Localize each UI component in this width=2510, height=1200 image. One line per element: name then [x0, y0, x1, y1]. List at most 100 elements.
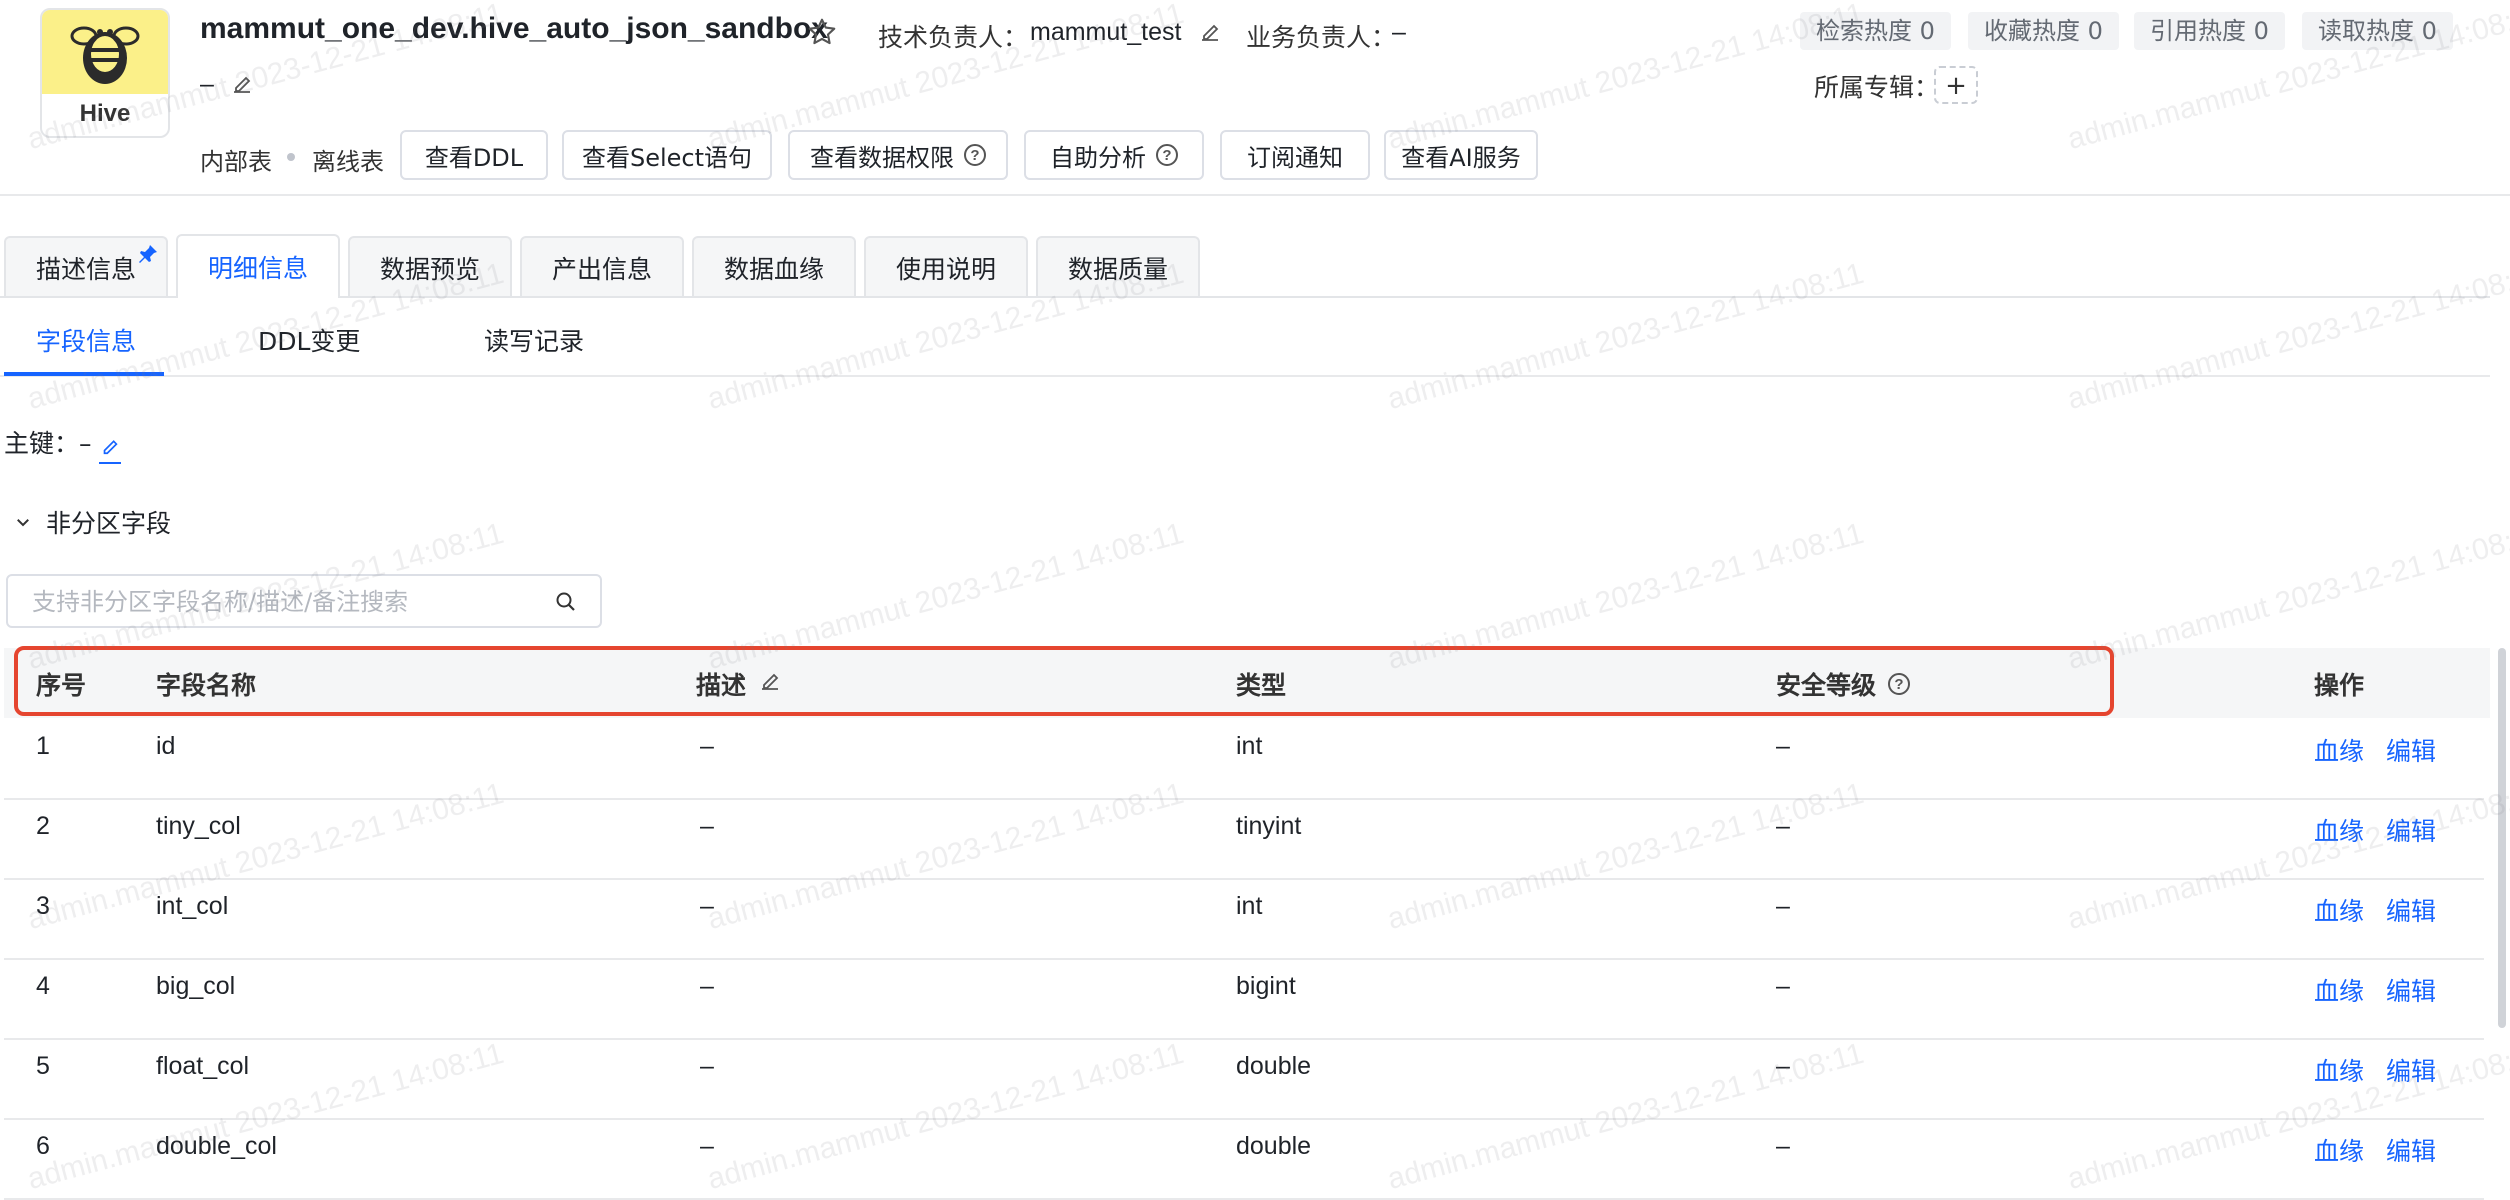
cell-desc: – — [700, 972, 714, 1000]
table-kind-offline: 离线表 — [312, 148, 384, 176]
cell-type: tinyint — [1236, 812, 1302, 840]
cell-index: 4 — [36, 972, 50, 1000]
table-row: 2 tiny_col – tinyint – 血缘 编辑 — [4, 798, 2484, 880]
watermark-text: admin.mammut 2023-12-21 14:08:11 — [1383, 256, 1868, 417]
primary-key-value: – — [79, 429, 92, 458]
cell-index: 5 — [36, 1052, 50, 1080]
cell-desc: – — [700, 1052, 714, 1080]
help-icon: ? — [1156, 144, 1178, 166]
lineage-link[interactable]: 血缘 — [2314, 1052, 2364, 1088]
watermark-text: admin.mammut 2023-12-21 14:08:11 — [2063, 256, 2510, 417]
table-row: 4 big_col – bigint – 血缘 编辑 — [4, 958, 2484, 1040]
tab-quality[interactable]: 数据质量 — [1036, 236, 1200, 298]
subtab-fields[interactable]: 字段信息 — [36, 322, 136, 358]
subtab-ddl-changes[interactable]: DDL变更 — [258, 322, 360, 358]
cell-name: float_col — [156, 1052, 250, 1080]
lineage-link[interactable]: 血缘 — [2314, 812, 2364, 848]
subscribe-button[interactable]: 订阅通知 — [1220, 130, 1370, 180]
biz-owner-label: 业务负责人： — [1246, 23, 1397, 52]
ai-service-label: 查看AI服务 — [1401, 143, 1521, 172]
header-highlight-box — [14, 646, 2114, 716]
cell-security: – — [1776, 732, 1790, 760]
cell-type: double — [1236, 1132, 1312, 1160]
cell-security: – — [1776, 972, 1790, 1000]
field-search-input[interactable] — [30, 584, 534, 620]
view-select-button[interactable]: 查看Select语句 — [562, 130, 772, 180]
edit-link[interactable]: 编辑 — [2386, 732, 2436, 768]
section-title: 非分区字段 — [46, 509, 172, 538]
read-heat-badge: 读取热度 0 — [2302, 12, 2453, 50]
edit-link[interactable]: 编辑 — [2386, 1052, 2436, 1088]
lineage-link[interactable]: 血缘 — [2314, 972, 2364, 1008]
edit-link[interactable]: 编辑 — [2386, 1132, 2436, 1168]
reference-heat-badge: 引用热度 0 — [2134, 12, 2285, 50]
view-ddl-button[interactable]: 查看DDL — [400, 130, 548, 180]
tech-owner-label: 技术负责人： — [878, 23, 1029, 52]
cell-index: 1 — [36, 732, 50, 760]
tab-usage[interactable]: 使用说明 — [864, 236, 1028, 298]
non-partition-section-toggle[interactable]: 非分区字段 — [14, 504, 171, 540]
search-heat-badge: 检索热度 0 — [1800, 12, 1951, 50]
tab-detail[interactable]: 明细信息 — [176, 234, 340, 298]
table-row: 6 double_col – double – 血缘 编辑 — [4, 1118, 2484, 1200]
cell-desc: – — [700, 1132, 714, 1160]
favorite-heat-badge: 收藏热度 0 — [1968, 12, 2119, 50]
cell-index: 3 — [36, 892, 50, 920]
subtab-line — [0, 375, 2490, 377]
tab-label: 数据预览 — [379, 255, 480, 284]
edit-primary-key-icon[interactable] — [99, 433, 122, 464]
search-icon[interactable] — [554, 590, 578, 618]
cell-desc: – — [700, 892, 714, 920]
tab-data-preview[interactable]: 数据预览 — [348, 236, 512, 298]
subscribe-label: 订阅通知 — [1247, 143, 1343, 172]
view-select-label: 查看Select语句 — [581, 143, 753, 172]
cell-type: double — [1236, 1052, 1312, 1080]
edit-link[interactable]: 编辑 — [2386, 812, 2436, 848]
add-topic-button[interactable]: + — [1934, 66, 1978, 104]
edit-description-icon[interactable] — [230, 72, 254, 100]
lineage-link[interactable]: 血缘 — [2314, 892, 2364, 928]
view-permission-label: 查看数据权限 — [810, 143, 954, 172]
subtab-rw-records[interactable]: 读写记录 — [484, 322, 584, 358]
edit-tech-owner-icon[interactable] — [1198, 20, 1222, 48]
hive-logo: Hive — [40, 8, 170, 138]
cell-type: int — [1236, 892, 1263, 920]
pin-icon[interactable] — [136, 242, 160, 272]
tab-label: 明细信息 — [207, 254, 308, 283]
header-divider — [0, 194, 2510, 196]
table-row: 5 float_col – double – 血缘 编辑 — [4, 1038, 2484, 1120]
tab-label: 使用说明 — [895, 255, 996, 284]
view-permission-button[interactable]: 查看数据权限? — [788, 130, 1008, 180]
separator-dot — [287, 153, 295, 161]
tab-bar-line — [0, 296, 2490, 298]
cell-index: 6 — [36, 1132, 50, 1160]
col-ops-header: 操作 — [2314, 671, 2365, 700]
cell-type: bigint — [1236, 972, 1296, 1000]
tab-description[interactable]: 描述信息 — [4, 236, 168, 298]
view-ddl-label: 查看DDL — [424, 143, 524, 172]
cell-name: double_col — [156, 1132, 277, 1160]
subtab-active-indicator — [4, 372, 164, 376]
cell-desc: – — [700, 812, 714, 840]
scrollbar[interactable] — [2498, 648, 2506, 1028]
field-search-box[interactable] — [6, 574, 602, 628]
cell-security: – — [1776, 1132, 1790, 1160]
cell-security: – — [1776, 812, 1790, 840]
table-kind-internal: 内部表 — [200, 148, 272, 176]
tab-label: 数据血缘 — [723, 255, 824, 284]
self-analysis-button[interactable]: 自助分析? — [1024, 130, 1204, 180]
tab-output-info[interactable]: 产出信息 — [520, 236, 684, 298]
star-icon[interactable] — [806, 16, 838, 52]
help-icon: ? — [964, 144, 986, 166]
table-row: 3 int_col – int – 血缘 编辑 — [4, 878, 2484, 960]
edit-link[interactable]: 编辑 — [2386, 972, 2436, 1008]
lineage-link[interactable]: 血缘 — [2314, 732, 2364, 768]
self-analysis-label: 自助分析 — [1050, 143, 1146, 172]
cell-name: big_col — [156, 972, 236, 1000]
tab-lineage[interactable]: 数据血缘 — [692, 236, 856, 298]
description-value: – — [200, 70, 214, 98]
logo-label: Hive — [79, 100, 131, 127]
lineage-link[interactable]: 血缘 — [2314, 1132, 2364, 1168]
ai-service-button[interactable]: 查看AI服务 — [1384, 130, 1538, 180]
edit-link[interactable]: 编辑 — [2386, 892, 2436, 928]
